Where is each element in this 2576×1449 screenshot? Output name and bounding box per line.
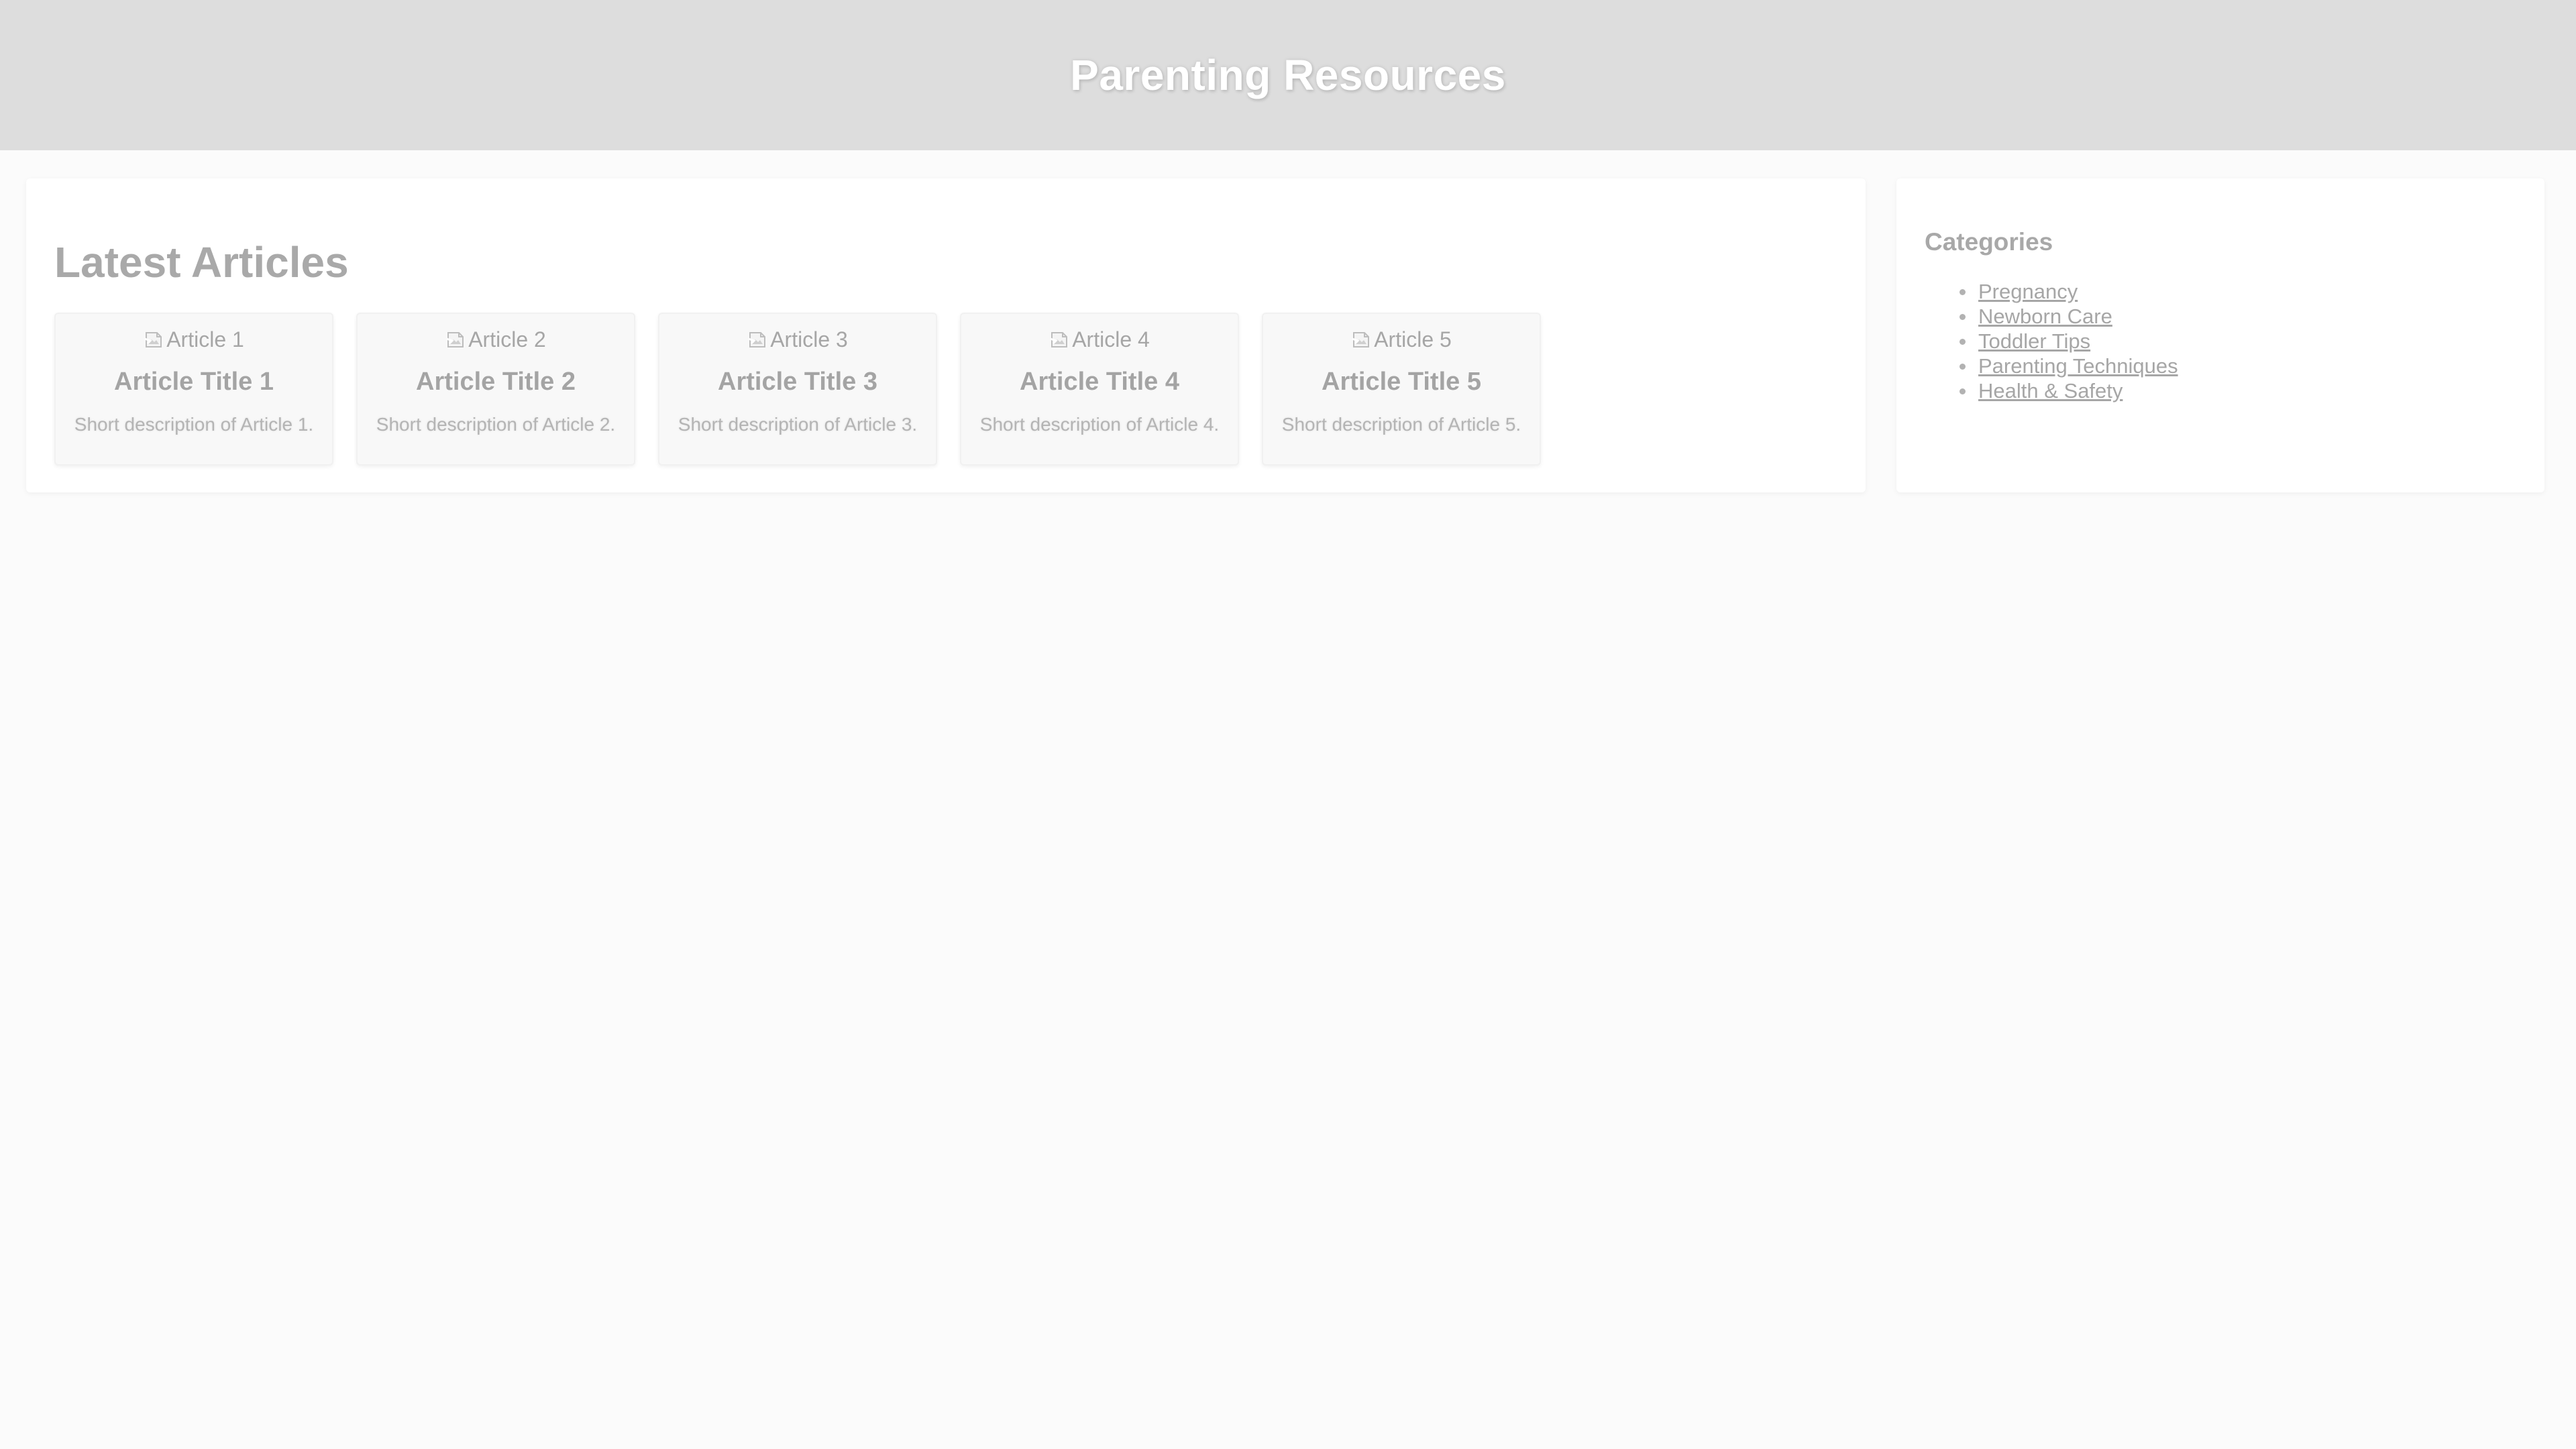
category-link-toddler-tips[interactable]: Toddler Tips bbox=[1978, 329, 2090, 353]
category-item: Toddler Tips bbox=[1960, 329, 2178, 354]
article-card[interactable]: Article 1 Article Title 1 Short descript… bbox=[54, 313, 333, 466]
article-image-alt: Article 4 bbox=[1072, 327, 1150, 352]
category-item: Parenting Techniques bbox=[1960, 354, 2178, 378]
latest-articles-panel: Latest Articles Article 1 Article Title … bbox=[26, 178, 1866, 492]
broken-image-icon bbox=[1352, 332, 1370, 347]
article-image-alt: Article 3 bbox=[770, 327, 848, 352]
article-description: Short description of Article 4. bbox=[979, 414, 1220, 435]
category-list: Pregnancy Newborn Care Toddler Tips Pare… bbox=[1960, 279, 2178, 403]
site-header: Parenting Resources bbox=[0, 0, 2576, 150]
article-description: Short description of Article 5. bbox=[1281, 414, 1521, 435]
article-card[interactable]: Article 3 Article Title 3 Short descript… bbox=[658, 313, 937, 466]
categories-sidebar: Categories Pregnancy Newborn Care Toddle… bbox=[1896, 178, 2544, 492]
article-title[interactable]: Article Title 2 bbox=[358, 368, 634, 396]
article-image: Article 2 bbox=[445, 326, 546, 353]
broken-image-icon bbox=[144, 332, 162, 347]
category-item: Health & Safety bbox=[1960, 378, 2178, 403]
categories-heading: Categories bbox=[1925, 228, 2053, 256]
category-link-parenting-techniques[interactable]: Parenting Techniques bbox=[1978, 354, 2178, 378]
category-item: Newborn Care bbox=[1960, 304, 2178, 329]
article-card[interactable]: Article 2 Article Title 2 Short descript… bbox=[356, 313, 635, 466]
latest-articles-heading: Latest Articles bbox=[54, 238, 349, 286]
category-item: Pregnancy bbox=[1960, 279, 2178, 304]
article-image: Article 5 bbox=[1351, 326, 1452, 353]
article-card-list: Article 1 Article Title 1 Short descript… bbox=[54, 313, 1541, 466]
category-link-newborn-care[interactable]: Newborn Care bbox=[1978, 305, 2112, 328]
article-image-alt: Article 1 bbox=[166, 327, 244, 352]
broken-image-icon bbox=[446, 332, 464, 347]
article-image: Article 3 bbox=[747, 326, 848, 353]
article-description: Short description of Article 3. bbox=[678, 414, 918, 435]
article-title[interactable]: Article Title 4 bbox=[961, 368, 1238, 396]
article-title[interactable]: Article Title 5 bbox=[1263, 368, 1540, 396]
broken-image-icon bbox=[748, 332, 766, 347]
article-image-alt: Article 2 bbox=[468, 327, 546, 352]
article-title[interactable]: Article Title 1 bbox=[56, 368, 332, 396]
article-card[interactable]: Article 5 Article Title 5 Short descript… bbox=[1262, 313, 1541, 466]
article-image: Article 1 bbox=[144, 326, 244, 353]
article-card[interactable]: Article 4 Article Title 4 Short descript… bbox=[960, 313, 1239, 466]
category-link-health-safety[interactable]: Health & Safety bbox=[1978, 379, 2123, 402]
article-image: Article 4 bbox=[1049, 326, 1150, 353]
article-title[interactable]: Article Title 3 bbox=[659, 368, 936, 396]
article-description: Short description of Article 1. bbox=[74, 414, 314, 435]
category-link-pregnancy[interactable]: Pregnancy bbox=[1978, 280, 2078, 303]
article-image-alt: Article 5 bbox=[1374, 327, 1452, 352]
broken-image-icon bbox=[1050, 332, 1068, 347]
site-title: Parenting Resources bbox=[1070, 51, 1506, 99]
article-description: Short description of Article 2. bbox=[376, 414, 616, 435]
